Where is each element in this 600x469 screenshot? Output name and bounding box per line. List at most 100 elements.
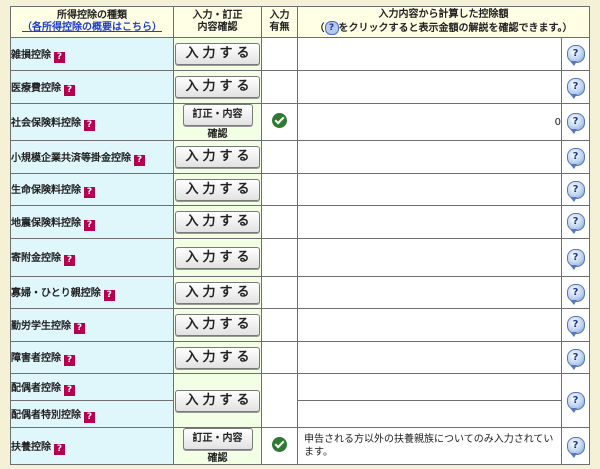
- input-button[interactable]: 入力する: [175, 314, 260, 336]
- table-row: 配偶者特別控除?: [10, 400, 590, 428]
- deduction-name: 配偶者特別控除: [11, 409, 81, 421]
- deduction-name-cell: 雑損控除?: [10, 37, 174, 71]
- button-cell: 入力する: [173, 140, 262, 174]
- help-bubble-icon[interactable]: ?: [566, 437, 585, 458]
- input-flag-cell: [261, 103, 298, 141]
- help-bubble-icon[interactable]: ?: [566, 283, 585, 305]
- amount-cell: [297, 276, 562, 309]
- table-row: 寡婦・ひとり親控除? 入力する?: [10, 276, 590, 309]
- button-cell: 入力する: [173, 205, 262, 239]
- help-cell: ?: [561, 37, 590, 71]
- deduction-name: 寡婦・ひとり親控除: [11, 288, 101, 299]
- edit-confirm-button[interactable]: 訂正・内容確認: [182, 104, 253, 140]
- question-mark-icon[interactable]: ?: [74, 322, 85, 334]
- help-cell: ?: [561, 238, 590, 277]
- help-bubble-icon[interactable]: ?: [566, 391, 585, 413]
- question-mark-icon[interactable]: ?: [64, 384, 75, 396]
- help-bubble-icon[interactable]: ?: [566, 213, 585, 234]
- table-row: 生命保険料控除? 入力する?: [10, 173, 590, 206]
- table-row: 扶養控除? 訂正・内容確認 申告される方以外の扶養親族についてのみ入力されています。…: [10, 427, 590, 465]
- deduction-name: 社会保険料控除: [11, 117, 81, 129]
- header-amount-note: をクリックすると表示金額の解説を確認できます。）: [338, 23, 573, 34]
- header-amount-line1: 入力内容から計算した控除額: [378, 9, 509, 20]
- input-button[interactable]: 入力する: [175, 281, 260, 304]
- help-cell: ?: [561, 103, 590, 141]
- button-cell: 入力する: [173, 308, 262, 342]
- question-mark-icon[interactable]: ?: [64, 255, 75, 266]
- help-bubble-icon[interactable]: ?: [566, 348, 585, 370]
- question-mark-icon[interactable]: ?: [84, 119, 95, 131]
- amount-cell: [297, 205, 562, 239]
- question-mark-icon[interactable]: ?: [64, 84, 75, 96]
- table-row: 雑損控除? 入力する?: [10, 37, 590, 71]
- header-input-edit: 入力・訂正 内容確認: [173, 6, 262, 38]
- input-flag-cell: [261, 205, 298, 239]
- deduction-name: 小規模企業共済等掛金控除: [11, 152, 131, 164]
- deduction-name-cell: 小規模企業共済等掛金控除?: [10, 140, 174, 174]
- deduction-name-cell: 寡婦・ひとり親控除?: [10, 276, 174, 309]
- input-flag-cell: [261, 140, 298, 174]
- table-row: 寄附金控除? 入力する?: [10, 238, 590, 277]
- amount-cell: [297, 70, 562, 104]
- question-mark-icon[interactable]: ?: [134, 154, 145, 166]
- deduction-name: 医療費控除: [11, 82, 61, 94]
- question-mark-icon[interactable]: ?: [84, 219, 95, 231]
- deduction-name-cell: 障害者控除?: [10, 341, 174, 374]
- deduction-name-cell: 社会保険料控除?: [10, 103, 174, 141]
- amount-cell: [297, 341, 562, 374]
- question-mark-icon[interactable]: ?: [54, 443, 65, 455]
- deduction-name: 配偶者控除: [11, 382, 61, 394]
- header-row: 所得控除の種類 （各所得控除の概要はこちら） 入力・訂正 内容確認 入力 有無 …: [10, 6, 590, 38]
- help-bubble-icon[interactable]: ?: [566, 248, 585, 270]
- button-cell: 入力する: [173, 276, 262, 309]
- input-button[interactable]: 入力する: [175, 76, 260, 98]
- help-bubble-icon[interactable]: ?: [566, 148, 585, 169]
- input-button[interactable]: 入力する: [175, 43, 260, 65]
- button-cell: 訂正・内容確認: [173, 103, 262, 141]
- deduction-name-cell: 医療費控除?: [10, 70, 174, 104]
- input-button[interactable]: 入力する: [175, 389, 260, 412]
- header-deduction-kind: 所得控除の種類 （各所得控除の概要はこちら）: [10, 6, 174, 38]
- help-cell: ?: [561, 70, 590, 104]
- help-bubble-icon[interactable]: ?: [566, 45, 585, 66]
- question-mark-icon[interactable]: ?: [54, 51, 65, 63]
- header-kind-title: 所得控除の種類: [57, 10, 127, 21]
- help-cell: ?: [561, 173, 590, 206]
- deduction-name-cell: 地震保険料控除?: [10, 205, 174, 239]
- header-input-flag: 入力 有無: [261, 6, 298, 38]
- input-button[interactable]: 入力する: [175, 146, 260, 168]
- input-button[interactable]: 入力する: [175, 346, 260, 369]
- help-cell: ?: [561, 341, 590, 374]
- input-button[interactable]: 入力する: [175, 178, 260, 201]
- help-cell: ?: [561, 140, 590, 174]
- question-mark-icon[interactable]: ?: [84, 187, 95, 198]
- edit-confirm-button[interactable]: 訂正・内容確認: [182, 428, 253, 464]
- help-bubble-icon[interactable]: ?: [566, 78, 585, 99]
- header-amount: 入力内容から計算した控除額 （? をクリックすると表示金額の解説を確認できます。）: [297, 6, 590, 38]
- input-flag-cell: [261, 276, 298, 309]
- input-button[interactable]: 入力する: [175, 246, 260, 269]
- deduction-overview-link[interactable]: （各所得控除の概要はこちら）: [11, 22, 173, 34]
- amount-cell: 0: [297, 103, 562, 141]
- question-mark-icon[interactable]: ?: [84, 411, 95, 423]
- deduction-name: 寄附金控除: [11, 253, 61, 264]
- button-cell: 入力する: [173, 341, 262, 374]
- help-bubble-icon[interactable]: ?: [566, 316, 585, 337]
- header-amount-line2: （? をクリックすると表示金額の解説を確認できます。）: [298, 21, 589, 35]
- deduction-name: 生命保険料控除: [11, 185, 81, 196]
- input-flag-cell: [261, 341, 298, 374]
- question-mark-icon[interactable]: ?: [64, 355, 75, 366]
- button-cell: 入力する: [173, 70, 262, 104]
- table-row: 社会保険料控除? 訂正・内容確認 0?: [10, 103, 590, 141]
- header-flag-line2: 有無: [269, 22, 290, 33]
- help-bubble-icon[interactable]: ?: [566, 113, 585, 134]
- question-mark-icon[interactable]: ?: [103, 290, 115, 301]
- button-cell: 入力する: [173, 373, 262, 428]
- help-bubble-icon[interactable]: ?: [566, 180, 585, 202]
- amount-cell: [297, 37, 562, 71]
- table-row: 小規模企業共済等掛金控除? 入力する?: [10, 140, 590, 174]
- amount-note-cell: 申告される方以外の扶養親族についてのみ入力されています。: [297, 427, 562, 465]
- amount-cell: [297, 373, 562, 401]
- input-button[interactable]: 入力する: [175, 211, 260, 233]
- deduction-name: 障害者控除: [11, 353, 61, 364]
